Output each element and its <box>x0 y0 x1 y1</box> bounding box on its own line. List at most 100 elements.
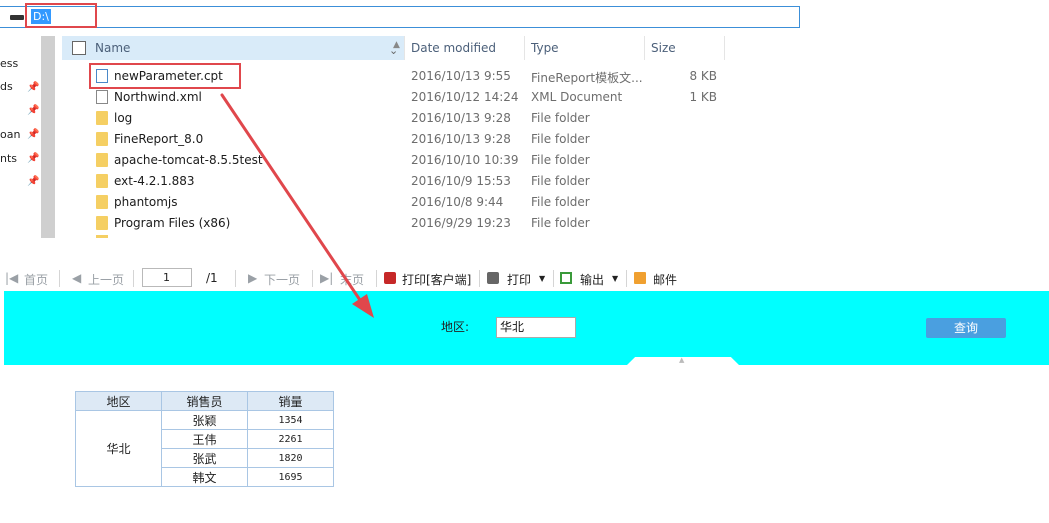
page-total: /1 <box>206 271 218 285</box>
header-sales: 销量 <box>247 391 334 411</box>
file-name: Program Files (x86) <box>114 216 231 230</box>
folder-icon <box>96 235 108 238</box>
column-type-label[interactable]: Type <box>531 41 559 55</box>
email-button[interactable]: 邮件 <box>653 271 677 288</box>
file-type: File folder <box>531 111 590 125</box>
file-type: File folder <box>531 216 590 230</box>
last-page-button[interactable]: 末页 <box>340 271 364 288</box>
nav-item-label[interactable]: nts <box>0 152 17 165</box>
file-date: 2016/10/12 14:24 <box>411 90 519 104</box>
region-label: 地区: <box>441 320 470 334</box>
query-button[interactable]: 查询 <box>926 318 1006 338</box>
region-input[interactable]: 华北 <box>496 317 576 338</box>
caret-up-icon[interactable]: ▲ <box>679 356 684 364</box>
file-type: XML Document <box>531 90 623 104</box>
pin-icon: 📌 <box>27 82 40 93</box>
pin-icon: 📌 <box>27 153 40 164</box>
caret-down-icon[interactable]: ▼ <box>612 274 618 283</box>
last-page-icon[interactable]: ▶| <box>320 271 333 285</box>
export-icon[interactable] <box>560 272 572 284</box>
table-row: 华北 张颖 1354 <box>75 410 334 487</box>
file-type: File folder <box>531 153 590 167</box>
prev-page-icon[interactable]: ◀ <box>72 271 81 285</box>
print-client-button[interactable]: 打印[客户端] <box>402 271 471 288</box>
nav-item-label[interactable]: ess <box>0 57 18 70</box>
file-date: 2016/10/13 9:28 <box>411 132 511 146</box>
file-size: 8 KB <box>689 69 717 83</box>
file-name: apache-tomcat-8.5.5test <box>114 153 263 167</box>
file-row[interactable]: ext-4.2.1.883 2016/10/9 15:53 File folde… <box>90 171 730 192</box>
file-name: Northwind.xml <box>114 90 202 104</box>
file-row[interactable]: Northwind.xml 2016/10/12 14:24 XML Docum… <box>90 87 730 108</box>
next-page-button[interactable]: 下一页 <box>264 271 300 288</box>
file-name: log <box>114 111 133 125</box>
first-page-icon[interactable]: |◀ <box>5 271 18 285</box>
folder-icon <box>96 111 108 125</box>
file-date: 2016/10/10 10:39 <box>411 153 519 167</box>
file-date: 2016/10/8 9:44 <box>411 195 504 209</box>
file-name: ext-4.2.1.883 <box>114 174 195 188</box>
folder-icon <box>96 216 108 230</box>
report-table: 地区 销售员 销量 华北 张颖 1354 王伟 2261 张武 1820 韩文 … <box>75 391 334 487</box>
nav-item-label[interactable]: ds <box>0 80 13 93</box>
file-type: File folder <box>531 195 590 209</box>
next-page-icon[interactable]: ▶ <box>248 271 257 285</box>
file-row[interactable]: FineReport_8.0 2016/10/13 9:28 File fold… <box>90 129 730 150</box>
file-date: 2016/10/9 15:53 <box>411 174 511 188</box>
pin-icon: 📌 <box>27 129 40 140</box>
file-date: 2016/10/13 9:55 <box>411 69 511 83</box>
navigation-pane: ess ds 📌 📌 oan 📌 nts 📌 📌 <box>0 36 42 238</box>
salesperson-cell: 韩文 <box>161 467 248 487</box>
header-salesperson: 销售员 <box>161 391 248 411</box>
caret-down-icon[interactable]: ▼ <box>539 274 545 283</box>
file-date: 2016/10/13 9:28 <box>411 111 511 125</box>
column-size-label[interactable]: Size <box>651 41 676 55</box>
file-icon <box>96 90 108 104</box>
pin-icon: 📌 <box>27 105 40 116</box>
select-all-checkbox[interactable] <box>72 41 86 55</box>
header-region: 地区 <box>75 391 162 411</box>
table-header-row: 地区 销售员 销量 <box>75 391 334 411</box>
folder-icon <box>96 195 108 209</box>
file-name: FineReport_8.0 <box>114 132 204 146</box>
nav-scrollbar[interactable] <box>41 36 55 238</box>
first-page-button[interactable]: 首页 <box>24 271 48 288</box>
printer-icon[interactable] <box>487 272 499 284</box>
sales-cell: 1354 <box>247 410 334 430</box>
file-row[interactable]: phantomjs 2016/10/8 9:44 File folder <box>90 192 730 213</box>
file-date: 2016/9/29 19:23 <box>411 216 511 230</box>
file-row[interactable]: Program Files (x86) 2016/9/29 19:23 File… <box>90 213 730 234</box>
region-cell: 华北 <box>75 410 162 487</box>
prev-page-button[interactable]: 上一页 <box>88 271 124 288</box>
page-number-input[interactable]: 1 <box>142 268 192 287</box>
file-highlight-box <box>89 63 241 89</box>
column-date-label[interactable]: Date modified <box>411 41 496 55</box>
column-name-label[interactable]: Name <box>95 41 130 55</box>
sales-cell: 2261 <box>247 429 334 449</box>
salesperson-cell: 张武 <box>161 448 248 468</box>
file-type: FineReport模板文... <box>531 71 643 85</box>
file-name: phantomjs <box>114 195 178 209</box>
address-bar[interactable] <box>0 6 800 28</box>
folder-icon <box>96 132 108 146</box>
chevron-down-icon[interactable]: ⌄ <box>389 44 398 57</box>
sales-cell: 1820 <box>247 448 334 468</box>
nav-item-label[interactable]: oan <box>0 128 20 141</box>
file-row[interactable]: apache-tomcat-8.5.5test 2016/10/10 10:39… <box>90 150 730 171</box>
mail-icon[interactable] <box>634 272 646 284</box>
export-button[interactable]: 输出 <box>580 271 604 288</box>
address-highlight-box <box>25 3 97 28</box>
file-type: File folder <box>531 132 590 146</box>
salesperson-cell: 张颖 <box>161 410 248 430</box>
folder-icon <box>96 153 108 167</box>
folder-icon <box>96 174 108 188</box>
file-row[interactable]: log 2016/10/13 9:28 File folder <box>90 108 730 129</box>
pin-icon: 📌 <box>27 176 40 187</box>
file-size: 1 KB <box>689 90 717 104</box>
sales-cell: 1695 <box>247 467 334 487</box>
drive-icon <box>10 15 24 20</box>
salesperson-cell: 王伟 <box>161 429 248 449</box>
pdf-print-icon[interactable] <box>384 272 396 284</box>
file-type: File folder <box>531 174 590 188</box>
print-button[interactable]: 打印 <box>507 271 531 288</box>
